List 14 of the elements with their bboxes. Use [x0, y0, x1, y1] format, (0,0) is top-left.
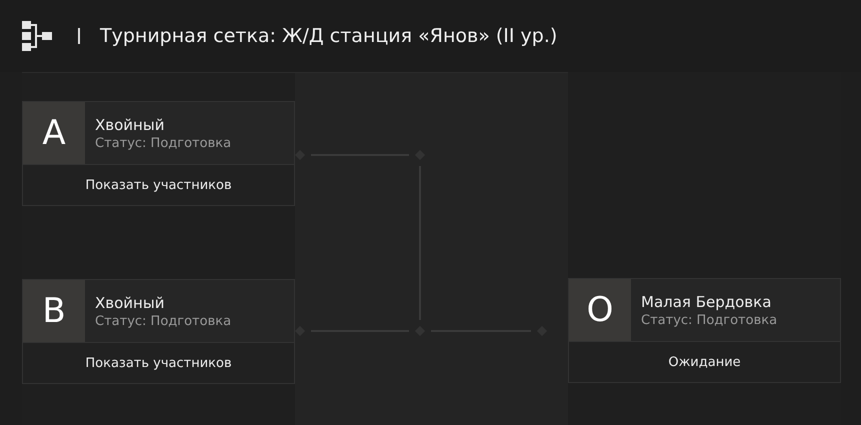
team-letter: A — [23, 102, 85, 164]
page-title: Турнирная сетка: Ж/Д станция «Янов» (II ур.) — [100, 25, 558, 47]
card-action-button[interactable]: Показать участников — [23, 165, 294, 205]
team-name: Хвойный — [95, 116, 166, 134]
team-name: Хвойный — [95, 294, 166, 312]
card-action-button[interactable]: Ожидание — [569, 342, 840, 382]
team-letter: O — [569, 279, 631, 341]
team-status: Статус: Подготовка — [95, 136, 232, 150]
card-action-button[interactable]: Показать участников — [23, 343, 294, 383]
team-letter: B — [23, 280, 85, 342]
team-status: Статус: Подготовка — [95, 314, 232, 328]
team-status: Статус: Подготовка — [641, 312, 778, 328]
bracket-icon — [22, 21, 52, 51]
team-name: Малая Бердовка — [641, 292, 772, 310]
